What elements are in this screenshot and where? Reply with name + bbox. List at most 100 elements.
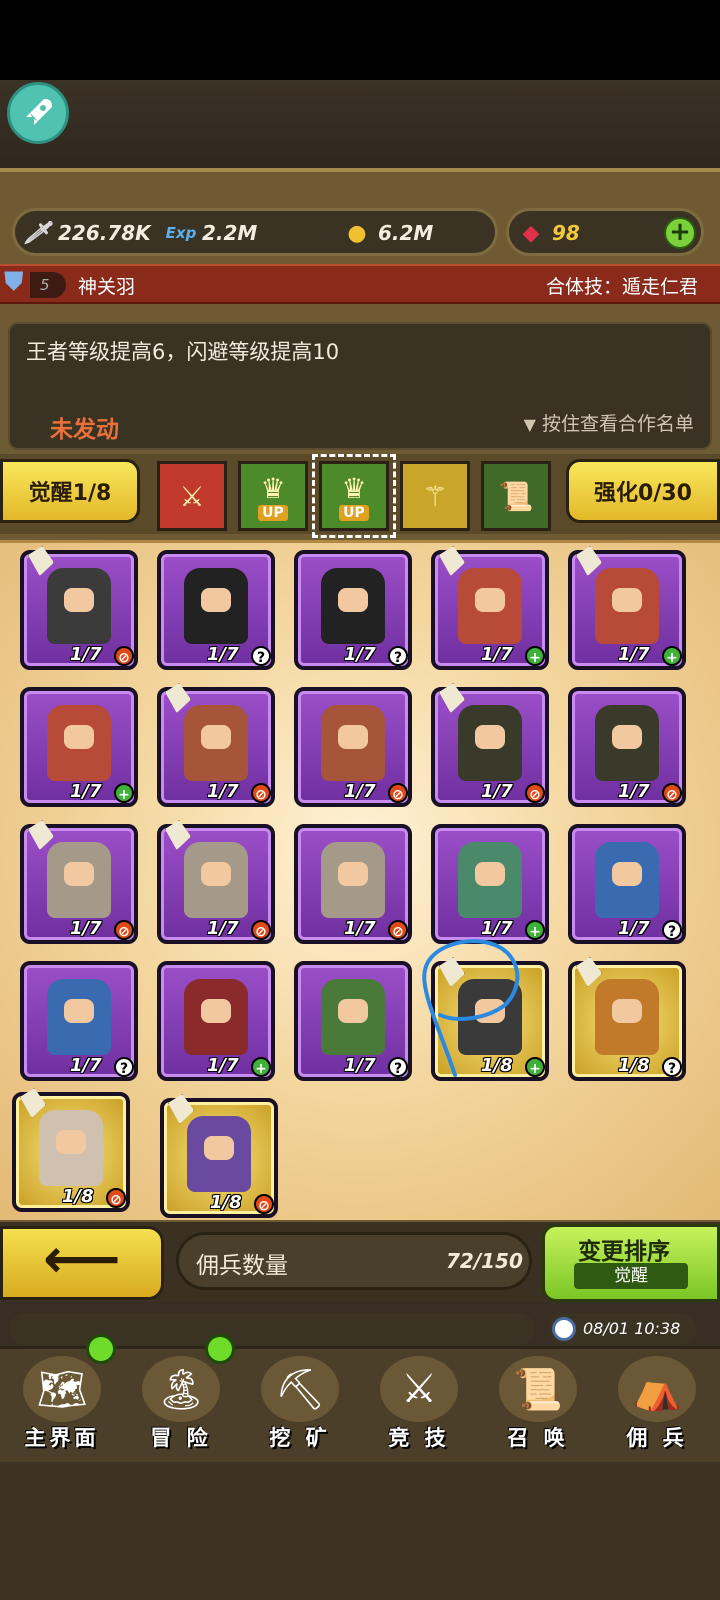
- hero-card[interactable]: 1/7?: [20, 961, 138, 1081]
- bottom-background: [0, 1462, 720, 1600]
- unknown-icon: ?: [388, 646, 408, 666]
- hint-text: 按住查看合作名单: [541, 413, 694, 435]
- nav-item[interactable]: 🗺 主界面: [4, 1350, 120, 1454]
- tent-icon: ⛺: [618, 1356, 696, 1422]
- exp-resource: Exp 2.2M: [165, 218, 258, 248]
- back-button[interactable]: ⟵: [0, 1226, 164, 1300]
- hero-face: [475, 999, 505, 1023]
- hero-awaken-level: 1/8: [481, 1055, 513, 1076]
- skill-slot[interactable]: ⚚: [400, 461, 470, 531]
- hero-face: [201, 725, 231, 749]
- hero-face: [475, 862, 505, 886]
- hero-face: [201, 999, 231, 1023]
- hero-awaken-level: 1/8: [618, 1055, 650, 1076]
- chevron-down-icon: ▼: [523, 415, 536, 434]
- slash-skill-icon: ⚔: [179, 479, 205, 513]
- add-gems-button[interactable]: +: [664, 217, 696, 249]
- upgrade-available-icon: +: [251, 1057, 271, 1077]
- nav-item[interactable]: ⚔ 竞 技: [361, 1350, 477, 1454]
- hero-card[interactable]: 1/7?: [157, 550, 275, 670]
- hero-face: [612, 862, 642, 886]
- nav-label: 召 唤: [507, 1426, 569, 1450]
- nav-item[interactable]: 🏝 冒 险: [123, 1350, 239, 1454]
- awaken-tab[interactable]: 觉醒1/8: [0, 459, 140, 523]
- ruby-icon: ◆: [522, 220, 540, 246]
- hero-awaken-level: 1/7: [70, 644, 102, 665]
- hero-card[interactable]: 1/7?: [568, 824, 686, 944]
- hero-awaken-level: 1/7: [207, 918, 239, 939]
- nav-item[interactable]: ⛏ 挖 矿: [242, 1350, 358, 1454]
- unknown-icon: ?: [388, 1057, 408, 1077]
- hero-card[interactable]: 1/7 ⊘: [294, 687, 412, 807]
- nav-item[interactable]: ⛺ 佣 兵: [599, 1350, 715, 1454]
- hero-card[interactable]: 1/7?: [294, 961, 412, 1081]
- exp-icon: Exp: [165, 224, 197, 242]
- clock-time: 08/01 10:38: [583, 1319, 681, 1338]
- unavailable-icon: ⊘: [251, 920, 271, 940]
- nav-label: 佣 兵: [626, 1426, 688, 1450]
- skill-slot[interactable]: ⚔: [157, 461, 227, 531]
- upgrade-available-icon: +: [525, 1057, 545, 1077]
- hero-awaken-level: 1/7: [344, 1055, 376, 1076]
- hero-awaken-level: 1/7: [618, 781, 650, 802]
- upgrade-available-icon: +: [525, 646, 545, 666]
- hero-face: [475, 725, 505, 749]
- unavailable-icon: ⊘: [251, 783, 271, 803]
- skill-up-label: UP: [339, 504, 369, 521]
- hero-card[interactable]: 1/7 ⊘: [568, 687, 686, 807]
- hero-face: [201, 862, 231, 886]
- hero-awaken-level: 1/7: [618, 918, 650, 939]
- skill-up-label: UP: [258, 504, 288, 521]
- island-icon: 🏝: [142, 1356, 220, 1422]
- hero-card[interactable]: 1/7 ⊘: [294, 824, 412, 944]
- hero-face: [338, 725, 368, 749]
- hero-awaken-level: 1/7: [344, 781, 376, 802]
- pickaxe-icon: ⛏: [261, 1356, 339, 1422]
- enhance-tab[interactable]: 强化0/30: [566, 459, 720, 523]
- hero-awaken-level: 1/7: [344, 644, 376, 665]
- hero-awaken-level: 1/7: [481, 781, 513, 802]
- unavailable-icon: ⊘: [106, 1188, 126, 1208]
- hero-face: [338, 999, 368, 1023]
- shield-icon: ⛊: [4, 267, 24, 297]
- partner-list-hint[interactable]: ▼ 按住查看合作名单: [524, 409, 694, 436]
- glaive-icon: ⚚: [422, 479, 448, 513]
- unavailable-icon: ⊘: [525, 783, 545, 803]
- mercenary-count-label: 佣兵数量: [196, 1253, 288, 1279]
- unavailable-icon: ⊘: [388, 783, 408, 803]
- skill-slot[interactable]: ♛ UP: [312, 454, 396, 538]
- hero-awaken-level: 1/7: [70, 918, 102, 939]
- hero-awaken-level: 1/7: [70, 1055, 102, 1076]
- hero-card[interactable]: 1/7?: [294, 550, 412, 670]
- hero-awaken-level: 1/7: [207, 781, 239, 802]
- hero-face: [56, 1130, 86, 1154]
- upgrade-available-icon: +: [114, 783, 134, 803]
- hero-awaken-level: 1/7: [481, 644, 513, 665]
- hero-card[interactable]: 1/7 +: [431, 824, 549, 944]
- skill-slot[interactable]: 📜: [481, 461, 551, 531]
- rocket-button[interactable]: [7, 82, 69, 144]
- gold-coin-icon: ●: [347, 220, 367, 246]
- hero-awaken-level: 1/7: [70, 781, 102, 802]
- synergy-status: 未发动: [50, 417, 119, 443]
- nav-label: 冒 险: [150, 1426, 212, 1450]
- hero-awaken-level: 1/7: [207, 644, 239, 665]
- crown-up-icon: ♛ UP: [241, 464, 305, 528]
- skill-slot[interactable]: ♛ UP: [238, 461, 308, 531]
- nav-item[interactable]: 📜 召 唤: [480, 1350, 596, 1454]
- hero-face: [338, 588, 368, 612]
- synergy-name: 神关羽: [78, 276, 136, 298]
- hero-awaken-level: 1/7: [481, 918, 513, 939]
- map-scroll-icon: 🗺: [23, 1356, 101, 1422]
- hero-card[interactable]: 1/7 +: [157, 961, 275, 1081]
- gem-value: 98: [552, 221, 580, 245]
- scroll-icon: 📜: [498, 479, 534, 513]
- hero-awaken-level: 1/8: [210, 1192, 242, 1213]
- hero-card[interactable]: 1/7 +: [20, 687, 138, 807]
- upgrade-available-icon: +: [525, 920, 545, 940]
- hero-face: [612, 588, 642, 612]
- unavailable-icon: ⊘: [388, 920, 408, 940]
- crown-up-icon: ♛ UP: [322, 464, 386, 528]
- rocket-icon: [26, 99, 52, 125]
- summon-scroll-icon: 📜: [499, 1356, 577, 1422]
